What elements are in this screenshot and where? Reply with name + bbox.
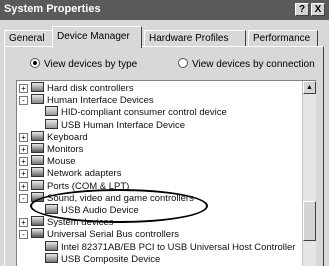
hid-device-icon bbox=[45, 118, 58, 129]
tree-item-label: USB Composite Device bbox=[61, 253, 161, 265]
tree-item-label: Keyboard bbox=[47, 131, 88, 143]
mouse-icon bbox=[31, 155, 44, 166]
expand-plus-icon[interactable]: + bbox=[19, 169, 28, 179]
tree-item[interactable]: HID-compliant consumer control device bbox=[33, 106, 227, 118]
expand-plus-icon[interactable]: + bbox=[19, 132, 28, 142]
tree-item[interactable]: Intel 82371AB/EB PCI to USB Universal Ho… bbox=[33, 240, 296, 253]
view-by-connection-label: View devices by connection bbox=[192, 59, 315, 70]
port-icon bbox=[31, 179, 44, 190]
tree-item[interactable]: USB Human Interface Device bbox=[33, 118, 186, 131]
tree-item-label: USB Human Interface Device bbox=[61, 119, 186, 131]
tree-item[interactable]: + Keyboard bbox=[19, 130, 88, 143]
tree-item-label: Hard disk controllers bbox=[47, 83, 134, 94]
help-button[interactable]: ? bbox=[295, 3, 309, 16]
collapse-minus-icon[interactable]: - bbox=[19, 96, 28, 106]
tree-item[interactable]: + Hard disk controllers bbox=[19, 82, 134, 94]
expand-plus-icon[interactable]: + bbox=[19, 157, 28, 167]
tree-item[interactable]: - Universal Serial Bus controllers bbox=[19, 228, 179, 240]
tree-item[interactable]: - Human Interface Devices bbox=[19, 94, 154, 106]
tree-item-label: Human Interface Devices bbox=[47, 95, 154, 107]
hid-device-icon bbox=[45, 106, 58, 117]
network-icon bbox=[31, 167, 44, 178]
usb-device-icon bbox=[45, 240, 58, 251]
view-by-type-label: View devices by type bbox=[44, 59, 138, 70]
usb-device-icon bbox=[45, 252, 58, 263]
expand-plus-icon[interactable]: + bbox=[19, 84, 28, 93]
expand-plus-icon[interactable]: + bbox=[19, 218, 28, 228]
view-by-connection-option[interactable]: View devices by connection bbox=[178, 58, 315, 72]
system-icon bbox=[31, 216, 44, 227]
view-by-type-option[interactable]: View devices by type bbox=[30, 58, 137, 72]
tree-item-label: Intel 82371AB/EB PCI to USB Universal Ho… bbox=[61, 241, 296, 253]
title-bar[interactable]: System Properties ? X bbox=[0, 0, 329, 20]
usb-icon bbox=[31, 228, 44, 239]
tree-item[interactable]: USB Composite Device bbox=[33, 252, 161, 265]
radio-unselected-icon[interactable] bbox=[178, 58, 188, 68]
system-properties-window: System Properties ? X General Device Man… bbox=[0, 0, 329, 266]
tab-performance[interactable]: Performance bbox=[248, 30, 318, 47]
keyboard-icon bbox=[31, 130, 44, 141]
drive-icon bbox=[31, 82, 44, 92]
tree-item[interactable]: + Mouse bbox=[19, 155, 76, 167]
monitor-icon bbox=[31, 143, 44, 153]
tree-item-label: HID-compliant consumer control device bbox=[61, 107, 227, 119]
tree-item-label: Universal Serial Bus controllers bbox=[47, 229, 179, 241]
expand-plus-icon[interactable]: + bbox=[19, 181, 28, 191]
tab-hardware-profiles[interactable]: Hardware Profiles bbox=[144, 30, 246, 47]
expand-plus-icon[interactable]: + bbox=[19, 145, 28, 154]
collapse-minus-icon[interactable]: - bbox=[19, 193, 28, 203]
collapse-minus-icon[interactable]: - bbox=[19, 230, 28, 240]
tab-general[interactable]: General bbox=[4, 30, 54, 47]
window-title: System Properties bbox=[4, 3, 101, 15]
tree-item-label: Network adapters bbox=[47, 168, 122, 180]
vertical-scrollbar[interactable]: ▲ bbox=[302, 81, 316, 266]
scroll-up-arrow-icon[interactable]: ▲ bbox=[303, 81, 316, 94]
tree-item-label: Mouse bbox=[47, 156, 76, 168]
tab-device-manager[interactable]: Device Manager bbox=[52, 26, 142, 48]
close-button[interactable]: X bbox=[311, 3, 325, 16]
device-tree[interactable]: ▲ + Hard disk controllers - Human Interface… bbox=[16, 80, 316, 266]
highlight-circle bbox=[30, 189, 208, 223]
scroll-thumb[interactable] bbox=[303, 201, 316, 241]
hid-icon bbox=[31, 94, 44, 105]
radio-selected-icon[interactable] bbox=[30, 58, 40, 68]
tree-item-label: Monitors bbox=[47, 144, 84, 155]
tree-item[interactable]: + Monitors bbox=[19, 143, 83, 155]
tree-item[interactable]: + Network adapters bbox=[19, 167, 121, 179]
